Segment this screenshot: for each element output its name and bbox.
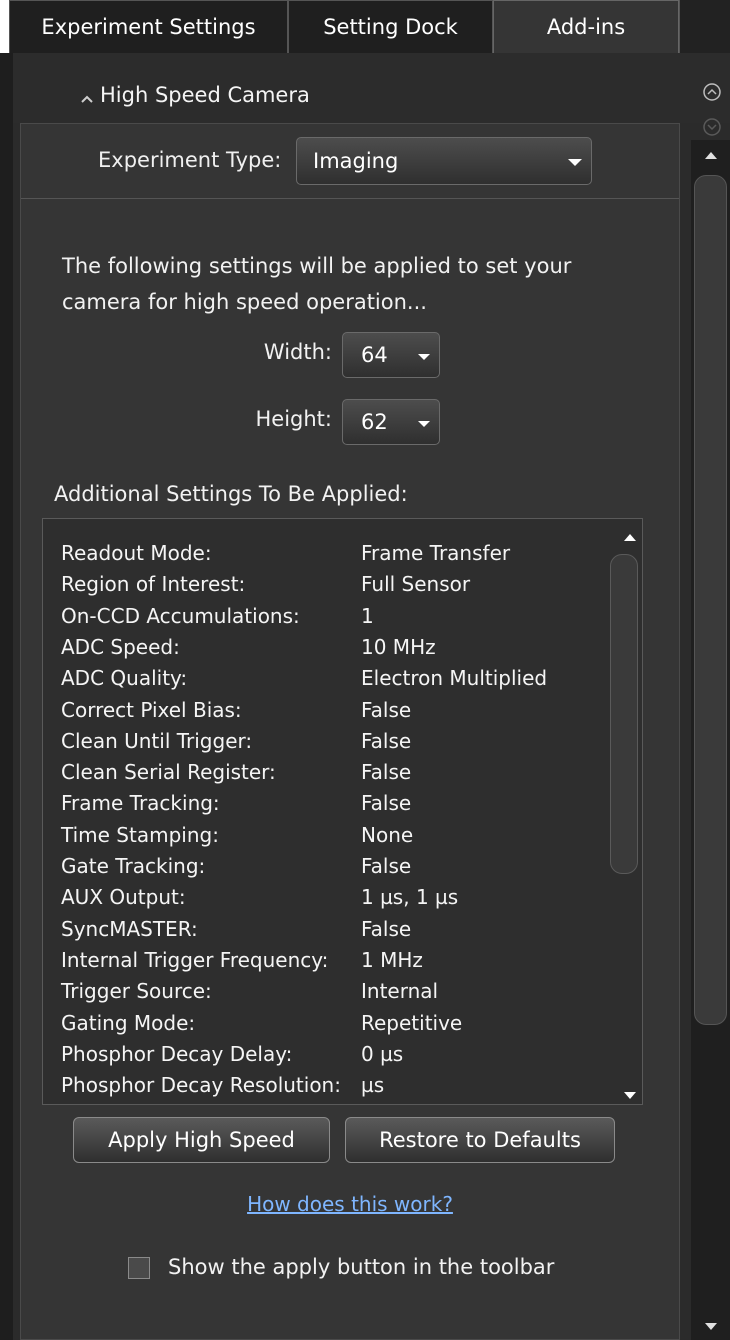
settings-list-row: Phosphor Decay Delay: 0 µs [43,1042,603,1073]
setting-value: False [361,916,412,941]
setting-value: 1 MHz [361,947,423,972]
intro-text: The following settings will be applied t… [62,254,572,314]
settings-list-scrollbar-thumb[interactable] [610,554,638,874]
chevron-down-icon[interactable] [417,420,431,428]
width-label: Width: [263,340,332,364]
settings-list-row: Frame Tracking: False [43,791,603,822]
setting-name: Internal Trigger Frequency: [61,947,329,972]
experiment-type-select[interactable]: Imaging [296,137,592,185]
settings-list-row: Correct Pixel Bias: False [43,698,603,729]
setting-value: False [361,791,412,816]
setting-name: Correct Pixel Bias: [61,697,242,722]
scroll-up-arrow-icon[interactable] [623,533,637,542]
settings-list-row: Time Stamping: None [43,823,603,854]
setting-value: Repetitive [361,1010,463,1035]
setting-name: Frame Tracking: [61,791,220,816]
settings-list-row: Internal Trigger Frequency: 1 MHz [43,948,603,979]
chevron-down-icon[interactable] [567,158,583,167]
settings-list-row: Gating Mode: Repetitive [43,1011,603,1042]
scroll-up-arrow-icon[interactable] [703,150,719,160]
setting-name: Phosphor Decay Resolution: [61,1073,341,1098]
show-apply-button-checkbox[interactable] [128,1257,150,1279]
setting-name: Region of Interest: [61,572,246,597]
setting-name: AUX Output: [61,885,186,910]
left-frame [0,53,13,1340]
tab-experiment-settings[interactable]: Experiment Settings [9,0,288,53]
settings-list-row: ADC Speed: 10 MHz [43,635,603,666]
settings-list-row: Clean Serial Register: False [43,760,603,791]
setting-name: Clean Serial Register: [61,760,276,785]
additional-settings-title: Additional Settings To Be Applied: [54,482,408,506]
settings-list-row: ADC Quality: Electron Multiplied [43,666,603,697]
setting-value: False [361,854,412,878]
setting-name: SyncMASTER: [61,916,198,941]
circle-chevron-up-icon[interactable] [702,82,722,102]
settings-list-row: AUX Output: 1 µs, 1 µs [43,885,603,916]
divider [21,198,679,199]
setting-name: Trigger Source: [61,979,212,1004]
tab-setting-dock[interactable]: Setting Dock [288,0,493,53]
settings-list-row: Gate Tracking: False [43,854,603,885]
tab-strip-empty-area [679,0,730,53]
section-title[interactable]: High Speed Camera [100,83,310,107]
experiment-type-label: Experiment Type: [98,148,282,172]
setting-value: 1 µs, 1 µs [361,885,459,910]
settings-list-row: On-CCD Accumulations: 1 [43,604,603,635]
circle-chevron-down-icon[interactable] [702,117,722,137]
setting-name: Gating Mode: [61,1010,196,1035]
settings-list-row: Phosphor Decay Resolution: µs [43,1073,603,1104]
setting-name: Readout Mode: [61,541,212,565]
apply-high-speed-button[interactable]: Apply High Speed [73,1117,330,1163]
setting-value: None [361,822,414,847]
chevron-down-icon[interactable] [417,353,431,361]
setting-name: ADC Quality: [61,666,188,691]
setting-value: 0 µs [361,1041,404,1066]
setting-value: Full Sensor [361,572,471,597]
setting-name: ADC Speed: [61,634,180,659]
scroll-down-arrow-icon[interactable] [703,1322,719,1332]
setting-value: Electron Multiplied [361,666,548,691]
setting-name: On-CCD Accumulations: [61,603,300,628]
setting-value: µs [361,1073,385,1098]
height-label: Height: [255,407,333,431]
setting-name: Gate Tracking: [61,854,206,878]
show-apply-button-label[interactable]: Show the apply button in the toolbar [168,1255,554,1279]
setting-value: Internal [361,979,439,1004]
settings-list-row: Clean Until Trigger: False [43,729,603,760]
settings-list-row: Trigger Source: Internal [43,979,603,1010]
setting-name: Time Stamping: [61,822,219,847]
settings-list-row: SyncMASTER: False [43,917,603,948]
restore-defaults-button[interactable]: Restore to Defaults [345,1117,615,1163]
setting-name: Phosphor Decay Delay: [61,1041,293,1066]
how-does-this-work-link[interactable]: How does this work? [21,1192,679,1216]
setting-value: False [361,760,412,785]
panel-scrollbar-thumb[interactable] [694,175,727,1025]
setting-name: Clean Until Trigger: [61,728,253,753]
chevron-up-icon[interactable] [80,92,94,106]
setting-value: 1 [361,603,374,628]
settings-list-row: Readout Mode: Frame Transfer [43,541,603,572]
setting-value: False [361,728,412,753]
tab-add-ins[interactable]: Add-ins [493,0,679,53]
setting-value: False [361,697,412,722]
additional-settings-list[interactable]: Readout Mode: Frame Transfer Region of Int… [42,518,643,1105]
tab-strip: Experiment Settings Setting Dock Add-ins [0,0,730,53]
setting-value: Frame Transfer [361,541,511,565]
scroll-down-arrow-icon[interactable] [623,1091,637,1100]
settings-list-row: Region of Interest: Full Sensor [43,572,603,603]
setting-value: 10 MHz [361,634,436,659]
